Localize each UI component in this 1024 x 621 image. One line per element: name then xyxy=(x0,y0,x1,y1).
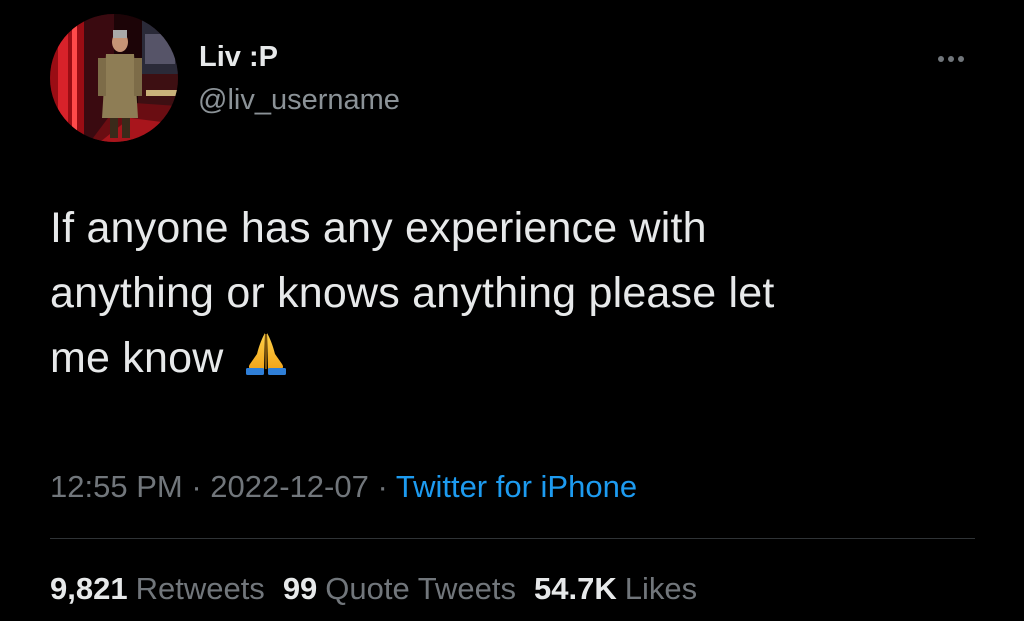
author-display-name[interactable]: Liv :P xyxy=(199,40,278,74)
avatar[interactable] xyxy=(50,14,178,142)
tweet-source-link[interactable]: Twitter for iPhone xyxy=(396,469,637,504)
retweets-label: Retweets xyxy=(135,571,265,606)
quote-tweets-stat[interactable]: 99 Quote Tweets xyxy=(283,570,516,608)
likes-label: Likes xyxy=(624,571,698,606)
quote-tweets-label: Quote Tweets xyxy=(325,571,517,606)
retweets-count: 9,821 xyxy=(50,571,128,606)
more-dot-icon xyxy=(958,56,964,62)
profile-photo-icon xyxy=(50,14,178,142)
tweet-text-line: anything or knows anything please let xyxy=(50,269,775,317)
divider xyxy=(50,538,975,539)
tweet-card: Liv :P @liv_username If anyone has any e… xyxy=(0,0,1024,621)
tweet-text-line-last: me know xyxy=(50,326,970,395)
tweet-time: 12:55 PM xyxy=(50,469,183,504)
tweet-stats: 9,821 Retweets 99 Quote Tweets 54.7K Likes xyxy=(50,570,715,608)
tweet-text-line: me know xyxy=(50,334,224,382)
retweets-stat[interactable]: 9,821 Retweets xyxy=(50,570,265,608)
more-dot-icon xyxy=(938,56,944,62)
likes-count: 54.7K xyxy=(534,571,617,606)
tweet-meta: 12:55 PM · 2022-12-07 · Twitter for iPho… xyxy=(50,468,637,506)
author-handle[interactable]: @liv_username xyxy=(198,83,400,117)
tweet-date: 2022-12-07 xyxy=(210,469,369,504)
more-dot-icon xyxy=(948,56,954,62)
tweet-text: If anyone has any experience with anythi… xyxy=(50,196,970,395)
more-options-button[interactable] xyxy=(927,44,975,74)
meta-separator: · xyxy=(182,469,211,504)
folded-hands-icon xyxy=(240,330,292,395)
meta-separator: · xyxy=(368,469,396,504)
tweet-text-line: If anyone has any experience with xyxy=(50,204,707,252)
likes-stat[interactable]: 54.7K Likes xyxy=(534,570,697,608)
quote-tweets-count: 99 xyxy=(282,571,318,606)
